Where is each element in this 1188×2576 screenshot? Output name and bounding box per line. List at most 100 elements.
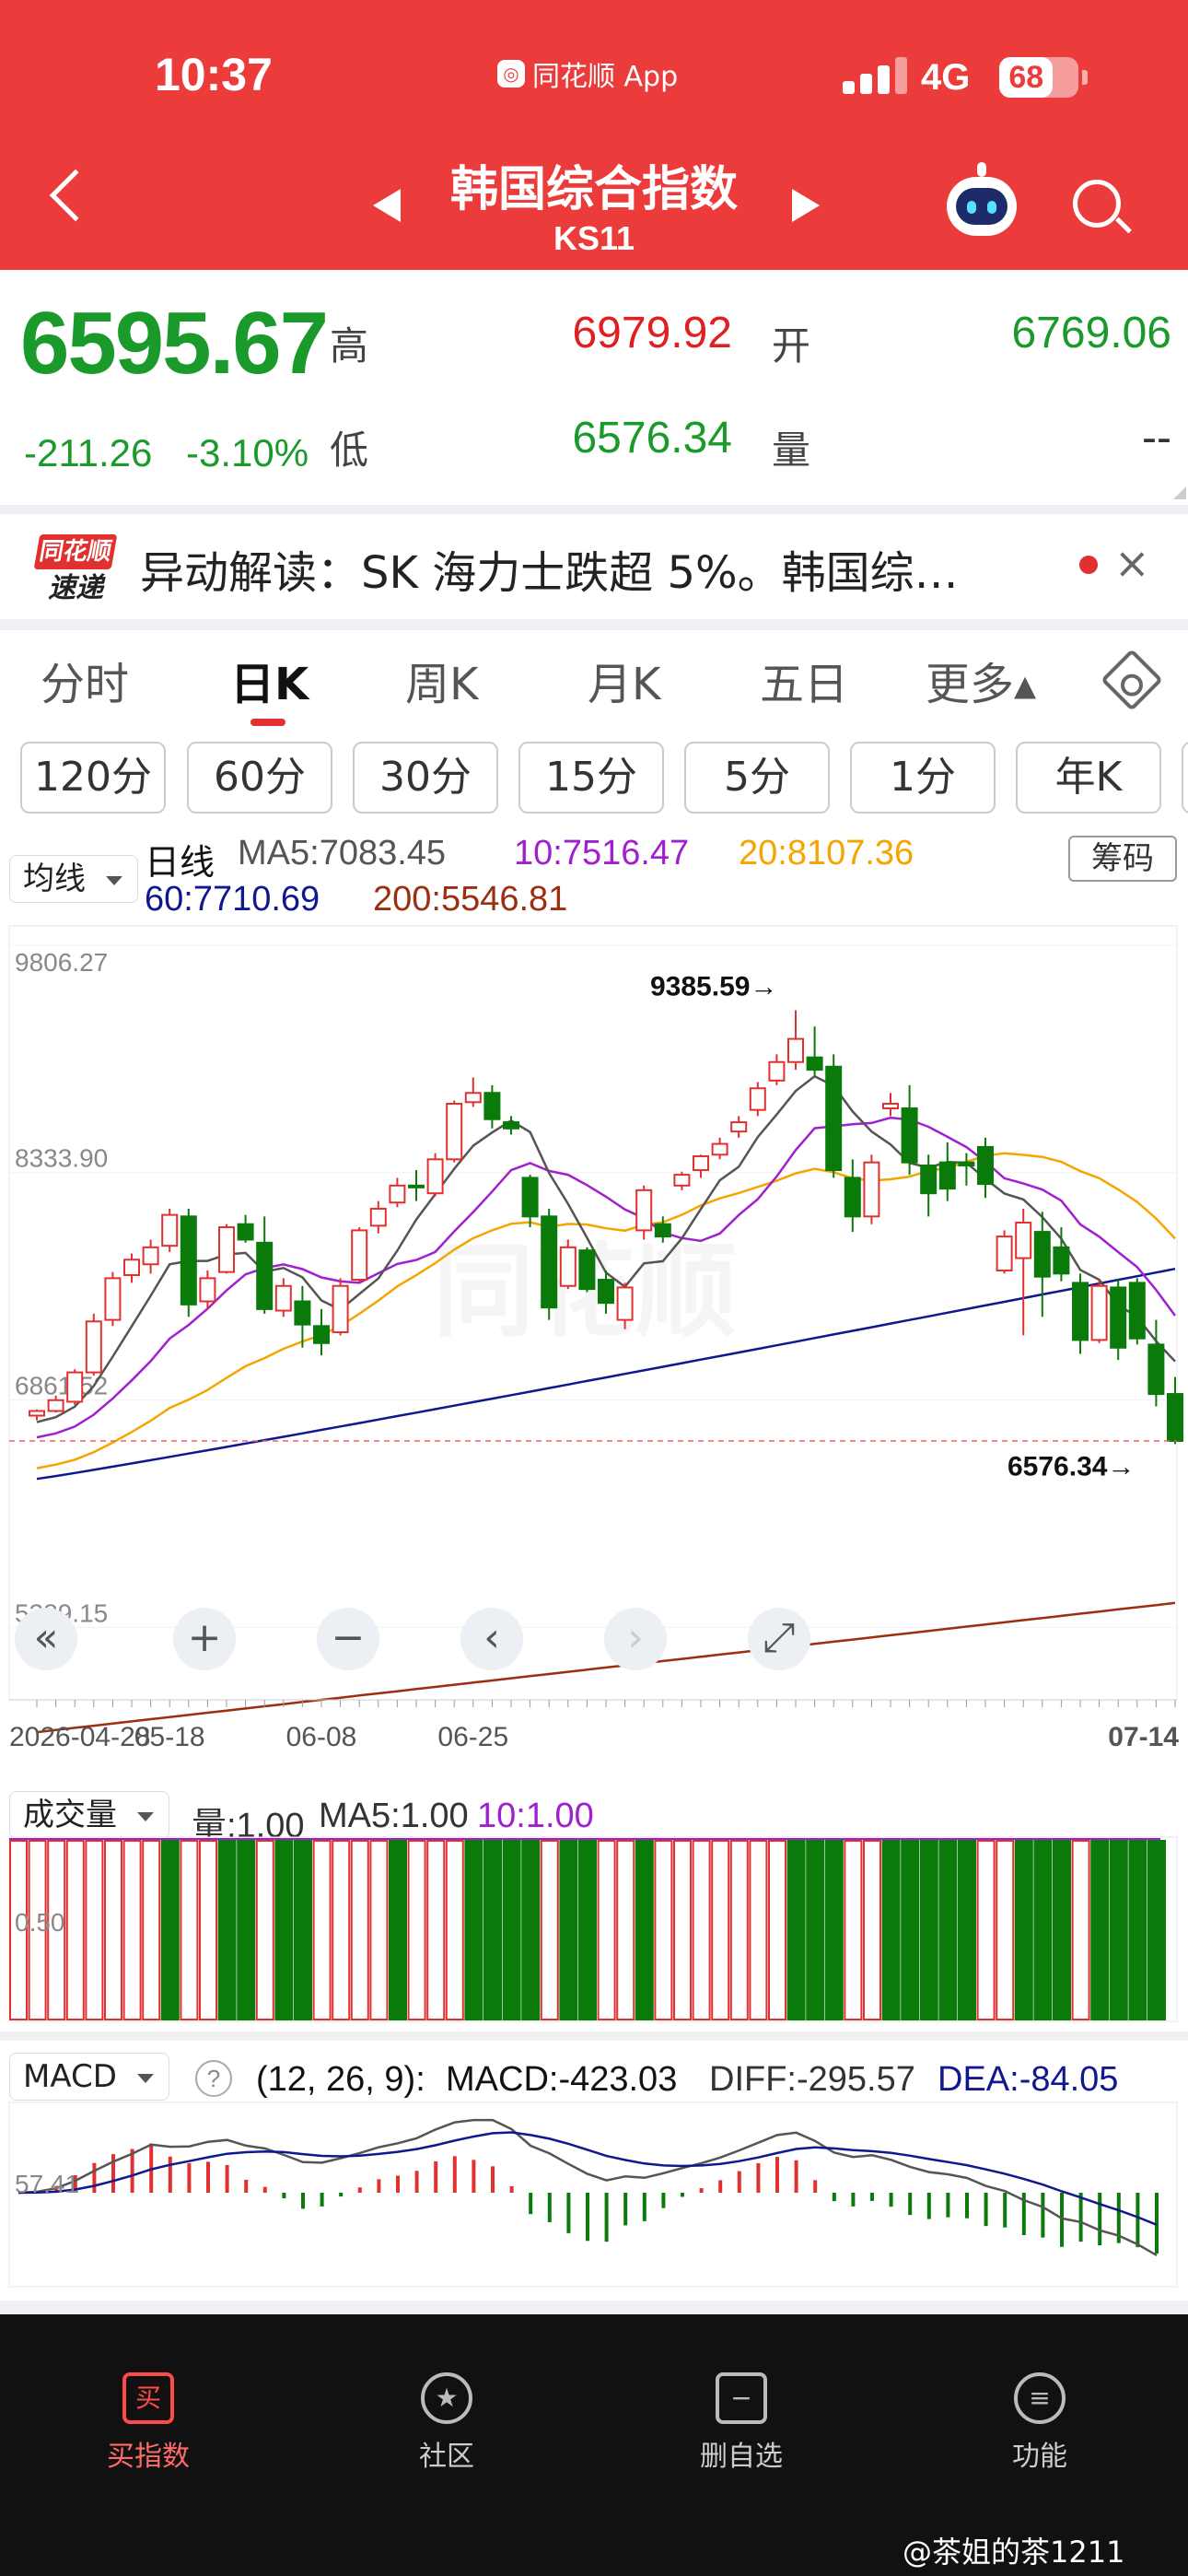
assistant-robot-icon[interactable] <box>947 162 1017 236</box>
zoom-out-button[interactable]: − <box>317 1608 379 1670</box>
nav-community[interactable]: ★ 社区 <box>373 2372 520 2474</box>
candle-down <box>1128 1282 1146 1340</box>
subtab-yearly-k[interactable]: 年K <box>1016 742 1161 814</box>
divider <box>0 619 1188 630</box>
candle-up <box>426 1158 444 1195</box>
macd-chart[interactable]: 57.41 <box>0 2101 1188 2294</box>
candle-up <box>730 1121 748 1133</box>
candle-up <box>1015 1222 1032 1259</box>
divider <box>0 2032 1188 2041</box>
tab-intraday[interactable]: 分时 <box>41 648 129 712</box>
volume-bar <box>996 1840 1015 2020</box>
candle-up <box>616 1286 634 1321</box>
subtab-120min[interactable]: 120分 <box>20 742 166 814</box>
candle-down <box>521 1177 539 1218</box>
tab-daily-k[interactable]: 日K <box>230 648 309 712</box>
subtab-30min[interactable]: 30分 <box>353 742 498 814</box>
volume-bar <box>199 1840 217 2020</box>
candle-down <box>180 1215 197 1306</box>
ma-selector[interactable]: 均线 <box>9 855 138 903</box>
legend-diff: DIFF:-295.57 <box>709 2060 915 2099</box>
volume-bar <box>369 1840 389 2020</box>
candle-down <box>977 1145 994 1186</box>
volume-bar <box>85 1840 104 2020</box>
pan-left-button[interactable]: ‹ <box>460 1608 523 1670</box>
tab-weekly-k[interactable]: 周K <box>405 648 478 712</box>
volume-bar <box>578 1840 597 2020</box>
candle-up <box>161 1213 179 1247</box>
price-change-pct: -3.10% <box>186 431 309 474</box>
collapse-icon[interactable]: « <box>15 1608 77 1670</box>
volume-bar <box>1071 1840 1090 2020</box>
volume-bar <box>237 1840 256 2020</box>
unread-dot-icon <box>1079 556 1098 574</box>
menu-icon: ≡ <box>1014 2372 1066 2424</box>
volume-bar <box>294 1840 312 2020</box>
candle-down <box>1167 1393 1183 1442</box>
volume-bar <box>768 1840 786 2020</box>
volume-bar <box>1147 1840 1166 2020</box>
tab-monthly-k[interactable]: 月K <box>588 648 660 712</box>
volume-axis-label: 0.50 <box>15 1908 65 1937</box>
subtab-overflow[interactable] <box>1182 742 1188 814</box>
chip-distribution-button[interactable]: 筹码 <box>1068 836 1177 882</box>
tab-more[interactable]: 更多▴ <box>926 648 1036 712</box>
x-tick-label: 05-18 <box>134 1722 205 1751</box>
volume-bar <box>445 1840 464 2020</box>
legend-ma20: 20:8107.36 <box>739 834 914 872</box>
status-app-name: ◎ 同花顺 App <box>497 53 678 94</box>
candle-down <box>237 1223 254 1241</box>
candle-up <box>996 1235 1013 1271</box>
battery-level: 68 <box>999 57 1054 98</box>
search-icon[interactable] <box>1073 180 1121 228</box>
volume-bar <box>464 1840 483 2020</box>
volume-bar <box>350 1840 369 2020</box>
macd-selector[interactable]: MACD <box>9 2053 169 2101</box>
subtab-1min[interactable]: 1分 <box>850 742 996 814</box>
legend-volume-ma10: 10:1.00 <box>477 1797 594 1835</box>
candle-down <box>958 1161 975 1167</box>
help-icon[interactable]: ? <box>195 2060 232 2097</box>
volume-bar <box>160 1840 180 2020</box>
divider <box>0 2301 1188 2314</box>
volume-bar <box>1109 1840 1128 2020</box>
candle-down <box>844 1177 861 1218</box>
pan-right-button[interactable]: › <box>604 1608 667 1670</box>
page-title: 韩国综合指数 <box>449 162 738 217</box>
settings-icon[interactable] <box>1101 649 1163 711</box>
candle-down <box>294 1300 311 1326</box>
price-change: -211.26 <box>24 431 153 474</box>
close-icon[interactable]: × <box>1114 538 1150 588</box>
volume-bar <box>711 1840 730 2020</box>
volume-bar <box>255 1840 274 2020</box>
low-value: 6576.34 <box>572 414 732 463</box>
nav-functions[interactable]: ≡ 功能 <box>966 2372 1113 2474</box>
volume-bar <box>1128 1840 1147 2020</box>
candle-down <box>598 1279 614 1305</box>
candle-up <box>787 1037 804 1063</box>
tab-five-day[interactable]: 五日 <box>760 648 848 712</box>
volume-bar <box>426 1840 446 2020</box>
volume-chart[interactable]: 0.50 <box>0 1833 1188 2027</box>
back-button[interactable] <box>49 169 102 222</box>
nav-buy-index[interactable]: 买 买指数 <box>75 2372 222 2474</box>
prev-index-button[interactable] <box>373 189 401 222</box>
fullscreen-icon[interactable]: ⤢ <box>748 1608 810 1670</box>
volume-selector[interactable]: 成交量 <box>9 1791 169 1839</box>
zoom-in-button[interactable]: + <box>173 1608 236 1670</box>
subtab-15min[interactable]: 15分 <box>518 742 664 814</box>
nav-remove-watchlist[interactable]: − 删自选 <box>668 2372 815 2474</box>
subtab-5min[interactable]: 5分 <box>684 742 830 814</box>
buy-icon: 买 <box>122 2372 174 2424</box>
candle-down <box>920 1165 938 1195</box>
candle-up <box>218 1226 235 1273</box>
candle-up <box>673 1174 691 1187</box>
subtab-60min[interactable]: 60分 <box>187 742 332 814</box>
candle-down <box>825 1065 843 1172</box>
candle-up <box>123 1259 140 1277</box>
volume-bar <box>407 1840 426 2020</box>
volume-bar <box>1090 1840 1110 2020</box>
x-tick-label: 2026-04-28 <box>9 1722 150 1751</box>
news-headline[interactable]: 异动解读：SK 海力士跌超 5%。韩国综… <box>140 536 1061 601</box>
next-index-button[interactable] <box>792 189 820 222</box>
